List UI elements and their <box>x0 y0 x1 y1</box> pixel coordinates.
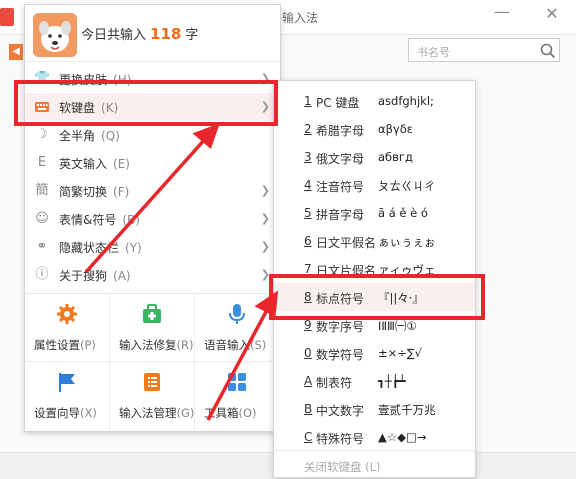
arrow-to-punctuation <box>206 307 270 421</box>
arrowhead-icon <box>254 290 279 317</box>
arrow-to-soft-keyboard <box>84 136 208 274</box>
arrowhead-icon <box>192 123 220 149</box>
annotation-arrows <box>84 123 279 421</box>
